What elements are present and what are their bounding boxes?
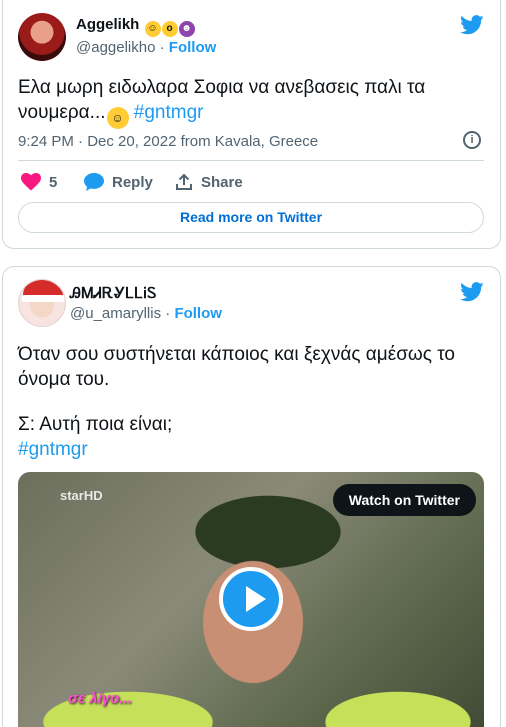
follow-link[interactable]: Follow (169, 39, 217, 56)
hashtag-link[interactable]: #gntmgr (134, 102, 204, 123)
author-handle[interactable]: @aggelikho (76, 39, 155, 56)
avatar[interactable] (18, 13, 66, 61)
astonished-face-icon: o (161, 21, 178, 37)
author-name-text: Aggelikh (76, 16, 140, 33)
twitter-bird-icon[interactable] (460, 15, 484, 35)
tweet-text: Ελα μωρη ειδωλαρα Σοφια να ανεβασεις παλ… (18, 75, 478, 129)
avatar[interactable] (18, 279, 66, 327)
hashtag-link[interactable]: #gntmgr (18, 437, 88, 462)
like-button[interactable]: 5 (21, 173, 57, 191)
separator: · (159, 39, 165, 56)
timestamp[interactable]: 9:24 PM · Dec 20, 2022 from Kavala, Gree… (18, 133, 318, 150)
reply-bubble-icon (84, 173, 104, 191)
author-name[interactable]: Aggelikh ☺ o ☻ (76, 16, 195, 37)
author-handle-line: @u_amaryllis · Follow (70, 305, 222, 322)
read-more-button[interactable]: Read more on Twitter (18, 202, 484, 233)
like-count: 5 (49, 173, 58, 191)
halo-face-icon: ☺ (144, 21, 161, 37)
tweet-body-line2: Σ: Αυτή ποια είναι; (18, 414, 173, 435)
video-player[interactable]: starHD Watch on Twitter σε λίγο... (18, 472, 484, 727)
watch-on-twitter-button[interactable]: Watch on Twitter (332, 484, 476, 516)
share-button[interactable]: Share (175, 173, 243, 191)
tweet-body: Ελα μωρη ειδωλαρα Σοφια να ανεβασεις παλ… (18, 77, 426, 123)
author-handle[interactable]: @u_amaryllis (70, 305, 161, 322)
reply-button[interactable]: Reply (84, 173, 153, 191)
smirk-face-icon: ☺ (106, 107, 129, 129)
video-caption: σε λίγο... (68, 690, 132, 707)
channel-logo: starHD (60, 488, 103, 503)
heart-icon (21, 173, 41, 191)
reply-label: Reply (112, 173, 153, 191)
follow-link[interactable]: Follow (174, 305, 222, 322)
play-icon[interactable] (219, 567, 283, 631)
divider (18, 160, 484, 161)
devil-face-icon: ☻ (178, 21, 195, 37)
share-icon (176, 173, 192, 190)
share-label: Share (201, 173, 243, 191)
info-icon[interactable]: i (463, 131, 481, 149)
santa-hat-icon (21, 280, 65, 302)
author-name[interactable]: ᎯᎷᏗᎡᎽᏞᏞᎥᏚ (70, 285, 157, 302)
separator: · (165, 305, 171, 322)
tweet-body-line1: Όταν σου συστήνεται κάποιος και ξεχνάς α… (18, 344, 455, 390)
author-handle-line: @aggelikho · Follow (76, 39, 216, 56)
twitter-bird-icon[interactable] (460, 282, 484, 302)
